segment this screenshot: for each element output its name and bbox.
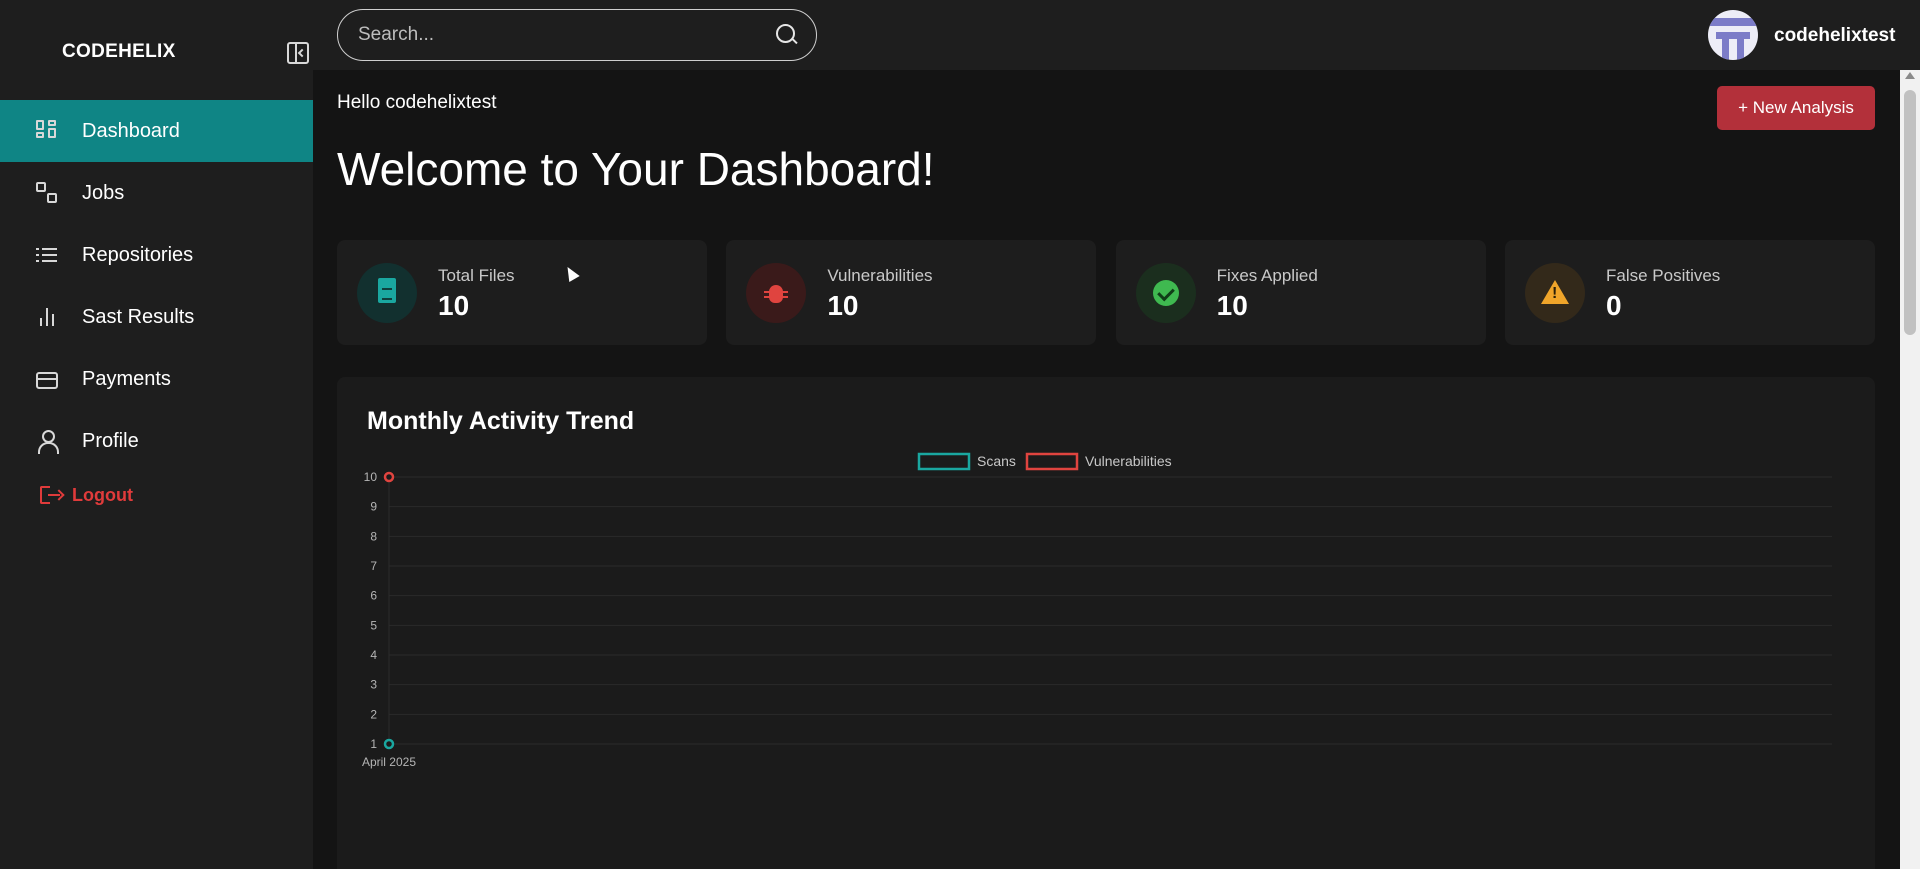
stat-value: 10 xyxy=(1216,290,1248,321)
y-tick-label: 10 xyxy=(364,470,378,484)
bar-chart-icon xyxy=(36,306,58,328)
page-title: Welcome to Your Dashboard! xyxy=(337,143,935,195)
sidebar-item-profile[interactable]: Profile xyxy=(0,410,313,472)
stat-value: 10 xyxy=(827,290,859,321)
line-chart: 1 2 3 4 5 6 7 8 9 10 April 2025 Scans Vulnerabilitie… xyxy=(362,452,1832,769)
sidebar-item-jobs[interactable]: Jobs xyxy=(0,162,313,224)
y-tick-label: 5 xyxy=(370,618,377,632)
vertical-scrollbar[interactable] xyxy=(1900,70,1920,869)
y-tick-label: 6 xyxy=(370,589,377,603)
stat-value: 10 xyxy=(438,290,470,321)
sidebar-item-payments[interactable]: Payments xyxy=(0,348,313,410)
username[interactable]: codehelixtest xyxy=(1774,25,1895,47)
stat-label: Total Files xyxy=(438,266,515,285)
top-bar: codehelixtest xyxy=(313,0,1920,70)
sidebar-collapse-icon[interactable] xyxy=(287,42,309,64)
new-analysis-button[interactable]: + New Analysis xyxy=(1717,86,1875,130)
sidebar-item-label: Profile xyxy=(82,429,139,452)
sidebar-item-label: Sast Results xyxy=(82,305,195,328)
stats-row: Total Files 10 Vulnerabilities 10 Fixes … xyxy=(337,240,1875,345)
x-tick-label: April 2025 xyxy=(362,755,416,769)
stat-label: Fixes Applied xyxy=(1216,266,1318,285)
y-tick-label: 8 xyxy=(370,529,377,543)
y-tick-label: 3 xyxy=(370,678,377,692)
sidebar: CODEHELIX Dashboard Jobs Repositories Sa… xyxy=(0,0,313,869)
logout-label: Logout xyxy=(72,484,133,505)
check-circle-icon xyxy=(1135,263,1196,323)
app-root: CODEHELIX Dashboard Jobs Repositories Sa… xyxy=(0,0,1920,869)
monthly-activity-chart-card: Monthly Activity Trend 1 2 3 4 5 6 7 8 9 10 April … xyxy=(337,377,1875,869)
stat-value: 0 xyxy=(1605,290,1622,321)
legend-label: Scans xyxy=(977,453,1016,469)
scroll-up-arrow-icon[interactable] xyxy=(1905,72,1915,79)
sidebar-item-sast-results[interactable]: Sast Results xyxy=(0,286,313,348)
document-icon xyxy=(357,263,417,323)
greeting: Hello codehelixtest xyxy=(337,92,497,113)
y-tick-label: 9 xyxy=(370,500,377,514)
stat-label: Vulnerabilities xyxy=(827,266,933,285)
logout-icon xyxy=(40,486,60,504)
search-input[interactable] xyxy=(358,22,758,48)
brand-logo: CODEHELIX xyxy=(62,41,176,62)
warning-icon xyxy=(1524,263,1585,323)
sidebar-item-dashboard[interactable]: Dashboard xyxy=(0,100,313,162)
data-point xyxy=(383,738,395,750)
y-tick-label: 4 xyxy=(370,648,377,662)
user-icon xyxy=(36,430,59,454)
legend-swatch xyxy=(917,452,971,471)
y-tick-label: 1 xyxy=(370,737,377,751)
stat-card-total-files: Total Files 10 xyxy=(337,240,707,345)
data-point xyxy=(383,471,395,483)
sidebar-item-label: Jobs xyxy=(82,181,125,204)
sidebar-item-label: Dashboard xyxy=(82,119,180,142)
search-icon[interactable] xyxy=(776,24,798,46)
avatar[interactable] xyxy=(1708,10,1758,60)
main-content: Hello codehelixtest Welcome to Your Dash… xyxy=(313,70,1900,869)
search-box xyxy=(337,9,817,61)
logout-button[interactable]: Logout xyxy=(0,472,313,518)
legend-label: Vulnerabilities xyxy=(1085,453,1172,469)
stat-card-vulnerabilities: Vulnerabilities 10 xyxy=(726,240,1097,345)
stat-card-fixes-applied: Fixes Applied 10 xyxy=(1115,240,1486,345)
stat-label: False Positives xyxy=(1605,266,1721,285)
sidebar-item-label: Repositories xyxy=(82,243,194,266)
stat-card-false-positives: False Positives 0 xyxy=(1504,240,1875,345)
dashboard-grid-icon xyxy=(36,120,58,142)
sidebar-nav: Dashboard Jobs Repositories Sast Results… xyxy=(0,100,313,518)
sidebar-item-repositories[interactable]: Repositories xyxy=(0,224,313,286)
y-tick-label: 2 xyxy=(370,707,377,721)
sidebar-item-label: Payments xyxy=(82,367,171,390)
scrollbar-thumb[interactable] xyxy=(1904,90,1916,335)
credit-card-icon xyxy=(36,372,58,389)
y-tick-label: 7 xyxy=(370,559,377,573)
jobs-icon xyxy=(36,182,58,204)
bug-icon xyxy=(746,263,807,323)
list-icon xyxy=(36,244,58,266)
legend-swatch xyxy=(1025,452,1079,471)
